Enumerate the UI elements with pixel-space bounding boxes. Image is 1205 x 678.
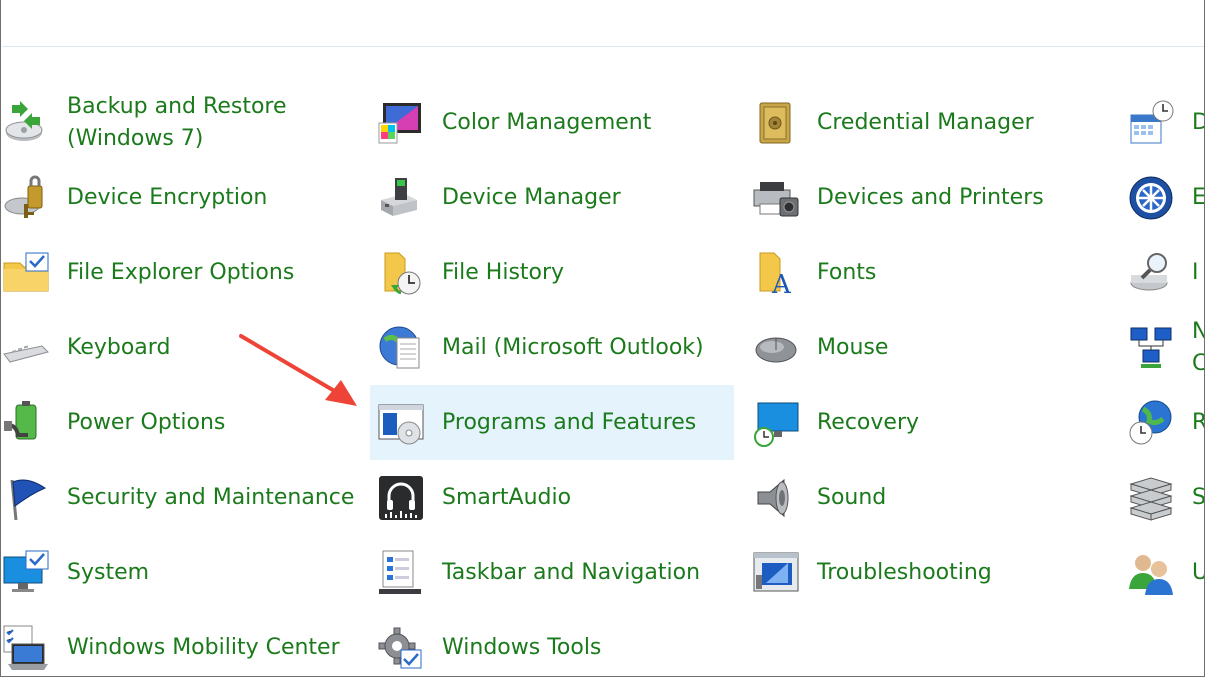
- item-file-explorer-options[interactable]: File Explorer Options: [1, 235, 361, 310]
- system-icon: [1, 548, 51, 598]
- item-label: U: [1192, 557, 1204, 589]
- item-file-history[interactable]: File History: [376, 235, 736, 310]
- security-maintenance-icon: [1, 473, 51, 523]
- power-options-icon: [1, 398, 51, 448]
- item-label: E: [1192, 184, 1205, 210]
- svg-text:A: A: [771, 270, 792, 297]
- backup-restore-icon: [1, 98, 51, 148]
- item-label: Device Manager: [442, 184, 621, 210]
- item-label: Sound: [817, 484, 887, 510]
- item-label: File Explorer Options: [67, 259, 295, 285]
- taskbar-icon: [376, 548, 426, 598]
- programs-features-icon: [376, 398, 426, 448]
- item-label: Windows Mobility Center: [67, 634, 340, 660]
- item-label: Device Encryption: [67, 184, 268, 210]
- color-management-icon: [376, 98, 426, 148]
- item-label: Fonts: [817, 259, 877, 285]
- keyboard-icon: [1, 323, 51, 373]
- item-label: Devices and Printers: [817, 184, 1044, 210]
- item-label: Power Options: [67, 409, 226, 435]
- credential-manager-icon: [751, 98, 801, 148]
- item-fonts[interactable]: A Fonts: [751, 235, 1111, 310]
- item-mobility-center[interactable]: Windows Mobility Center: [1, 610, 361, 676]
- smartaudio-icon: [376, 473, 426, 523]
- network-center-icon: [1126, 323, 1176, 373]
- date-time-icon: [1126, 98, 1176, 148]
- item-programs-features[interactable]: Programs and Features: [370, 385, 734, 460]
- item-sound[interactable]: Sound: [751, 460, 1111, 535]
- item-label: I: [1192, 259, 1199, 285]
- item-label: Taskbar and Navigation: [442, 559, 701, 585]
- file-explorer-options-icon: [1, 248, 51, 298]
- user-accounts-icon: [1126, 548, 1176, 598]
- item-label: Keyboard: [67, 334, 171, 360]
- item-label: System: [67, 559, 150, 585]
- item-device-encryption[interactable]: Device Encryption: [1, 160, 361, 235]
- device-manager-icon: [376, 173, 426, 223]
- devices-printers-icon: [751, 173, 801, 223]
- item-region[interactable]: R: [1126, 385, 1204, 460]
- file-history-icon: [376, 248, 426, 298]
- item-label: File History: [442, 259, 565, 285]
- item-windows-tools[interactable]: Windows Tools: [376, 610, 736, 676]
- ease-of-access-icon: [1126, 173, 1176, 223]
- item-label: Mail (Microsoft Outlook): [442, 334, 704, 360]
- device-encryption-icon: [1, 173, 51, 223]
- item-device-manager[interactable]: Device Manager: [376, 160, 736, 235]
- item-label: SmartAudio: [442, 484, 572, 510]
- fonts-icon: A: [751, 248, 801, 298]
- item-indexing-options[interactable]: I: [1126, 235, 1204, 310]
- item-security-maintenance[interactable]: Security and Maintenance: [1, 460, 361, 535]
- item-user-accounts[interactable]: U: [1126, 535, 1204, 610]
- item-storage-spaces[interactable]: S: [1126, 460, 1205, 535]
- region-icon: [1126, 398, 1176, 448]
- item-color-management[interactable]: Color Management: [376, 85, 736, 160]
- sound-icon: [751, 473, 801, 523]
- item-mouse[interactable]: Mouse: [751, 310, 1111, 385]
- address-bar-divider: [2, 46, 1204, 47]
- troubleshooting-icon: [751, 548, 801, 598]
- item-label: Credential Manager: [817, 109, 1034, 135]
- item-network-center[interactable]: N C: [1126, 310, 1204, 385]
- recovery-icon: [751, 398, 801, 448]
- item-label: R: [1192, 407, 1204, 439]
- storage-spaces-icon: [1126, 473, 1176, 523]
- item-label: Security and Maintenance: [67, 484, 355, 510]
- item-recovery[interactable]: Recovery: [751, 385, 1111, 460]
- mobility-center-icon: [1, 623, 51, 673]
- item-credential-manager[interactable]: Credential Manager: [751, 85, 1111, 160]
- item-label: N C: [1192, 316, 1204, 380]
- indexing-options-icon: [1126, 248, 1176, 298]
- item-label: Color Management: [442, 109, 652, 135]
- item-devices-printers[interactable]: Devices and Printers: [751, 160, 1111, 235]
- item-label: Recovery: [817, 409, 920, 435]
- item-label: Troubleshooting: [817, 559, 992, 585]
- control-panel-window: Backup and Restore (Windows 7) Color Man…: [0, 0, 1205, 677]
- item-label: Mouse: [817, 334, 889, 360]
- item-ease-of-access[interactable]: E: [1126, 160, 1205, 235]
- annotation-arrow-icon: [239, 334, 357, 406]
- windows-tools-icon: [376, 623, 426, 673]
- item-mail[interactable]: Mail (Microsoft Outlook): [376, 310, 736, 385]
- item-backup-restore[interactable]: Backup and Restore (Windows 7): [1, 85, 361, 160]
- item-date-time[interactable]: D: [1126, 85, 1204, 160]
- item-label: Backup and Restore (Windows 7): [67, 93, 287, 151]
- item-label: Programs and Features: [442, 409, 697, 435]
- item-smartaudio[interactable]: SmartAudio: [376, 460, 736, 535]
- item-troubleshooting[interactable]: Troubleshooting: [751, 535, 1111, 610]
- item-taskbar-navigation[interactable]: Taskbar and Navigation: [376, 535, 736, 610]
- mouse-icon: [751, 323, 801, 373]
- item-label: D: [1192, 107, 1204, 139]
- mail-icon: [376, 323, 426, 373]
- item-label: S: [1192, 484, 1205, 510]
- item-label: Windows Tools: [442, 634, 602, 660]
- item-system[interactable]: System: [1, 535, 361, 610]
